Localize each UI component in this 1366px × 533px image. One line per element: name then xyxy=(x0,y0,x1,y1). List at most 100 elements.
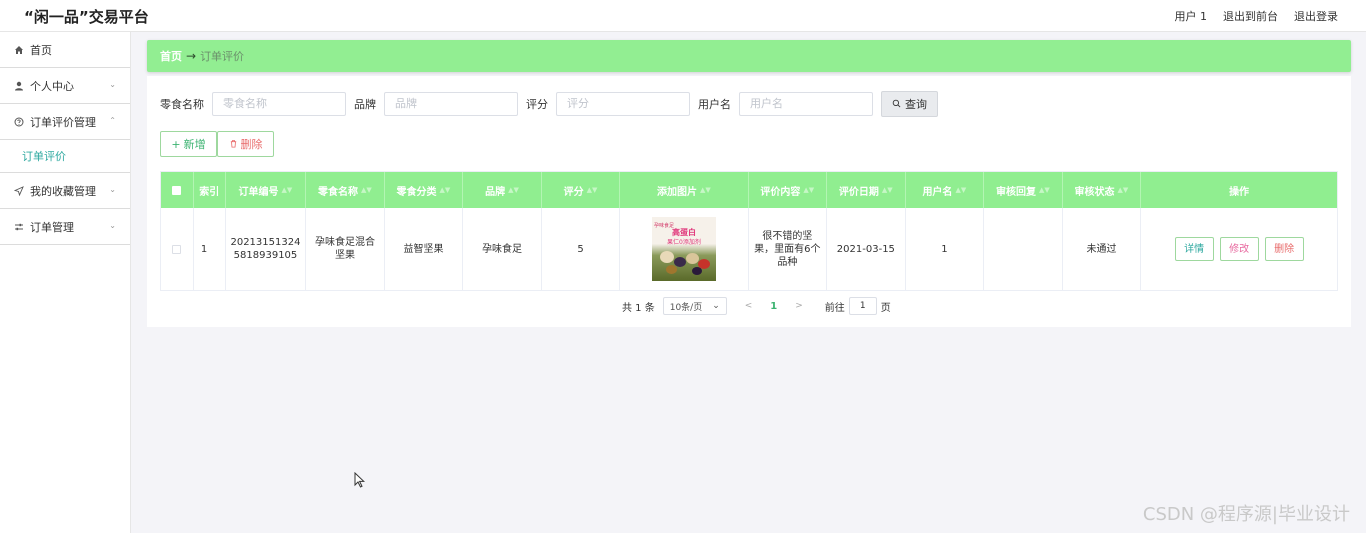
column-header[interactable]: 订单编号 ▲▼ xyxy=(226,172,307,208)
column-header[interactable]: 评分 ▲▼ xyxy=(542,172,621,208)
column-header[interactable]: 审核回复 ▲▼ xyxy=(984,172,1063,208)
breadcrumb: 首页 → 订单评价 xyxy=(147,40,1351,72)
sidebar-item-home[interactable]: 首页 xyxy=(0,32,130,68)
sidebar-item-personal-center[interactable]: 个人中心 ⌄ xyxy=(0,68,130,104)
sidebar-item-order-review-management[interactable]: 订单评价管理 ⌃ xyxy=(0,104,130,140)
cell-brand: 孕味食足 xyxy=(463,208,542,290)
next-page-icon[interactable]: > xyxy=(795,301,803,311)
goto-label: 前往 xyxy=(824,302,845,314)
cell-review-date: 2021-03-15 xyxy=(827,208,906,290)
column-header[interactable]: 零食名称 ▲▼ xyxy=(306,172,385,208)
current-user-link[interactable]: 用户 1 xyxy=(1175,8,1208,24)
cell-image: 孕味食足 高蛋白 果仁0添加剂 xyxy=(620,208,749,290)
page-number[interactable]: 1 xyxy=(770,301,777,312)
plus-icon: + xyxy=(171,137,181,151)
select-all-checkbox[interactable] xyxy=(172,185,182,195)
app-title: “闲一品”交易平台 xyxy=(24,8,149,26)
chevron-down-icon: ⌄ xyxy=(109,185,116,194)
sort-icon: ▲▼ xyxy=(955,186,967,194)
product-image[interactable]: 孕味食足 高蛋白 果仁0添加剂 xyxy=(651,217,716,281)
cell-review-content: 很不错的坚果，里面有6个品种 xyxy=(749,208,828,290)
delete-button[interactable]: 删除 xyxy=(1264,237,1304,261)
chevron-up-icon: ⌃ xyxy=(109,116,116,125)
top-bar: “闲一品”交易平台 用户 1 退出到前台 退出登录 xyxy=(0,0,1366,32)
sort-icon: ▲▼ xyxy=(586,186,598,194)
home-icon xyxy=(12,45,26,55)
snack-name-input[interactable]: 零食名称 xyxy=(212,92,346,116)
edit-button[interactable]: 修改 xyxy=(1219,237,1259,261)
sort-icon: ▲▼ xyxy=(439,186,451,194)
sidebar-item-favorites-management[interactable]: 我的收藏管理 ⌄ xyxy=(0,173,130,209)
cell-operations: 详情 修改 删除 xyxy=(1141,208,1337,290)
sliders-icon xyxy=(12,222,26,232)
score-input[interactable]: 评分 xyxy=(556,92,690,116)
sort-icon: ▲▼ xyxy=(881,186,893,194)
column-header[interactable]: 品牌 ▲▼ xyxy=(463,172,542,208)
username-input[interactable]: 用户名 xyxy=(739,92,873,116)
username-label: 用户名 xyxy=(698,98,731,111)
sidebar-item-label: 我的收藏管理 xyxy=(30,184,96,198)
cell-order-no: 202131513245818939105 xyxy=(226,208,307,290)
column-header[interactable]: 评价内容 ▲▼ xyxy=(749,172,828,208)
top-links: 用户 1 退出到前台 退出登录 xyxy=(1175,8,1339,24)
batch-delete-button[interactable]: 删除 xyxy=(217,131,274,157)
table-row: 1 202131513245818939105 孕味食足混合坚果 益智坚果 孕味… xyxy=(161,208,1337,290)
sort-icon: ▲▼ xyxy=(1117,186,1129,194)
column-header[interactable]: 审核状态 ▲▼ xyxy=(1063,172,1142,208)
add-button[interactable]: + 新增 xyxy=(160,131,217,157)
sidebar-item-label: 个人中心 xyxy=(30,79,74,93)
column-header[interactable]: 零食分类 ▲▼ xyxy=(385,172,464,208)
cell-username: 1 xyxy=(906,208,985,290)
trash-icon xyxy=(229,138,238,151)
cell-score: 5 xyxy=(542,208,621,290)
sidebar-item-order-management[interactable]: 订单管理 ⌄ xyxy=(0,209,130,245)
select-all-cell[interactable] xyxy=(161,172,194,208)
column-header[interactable]: 用户名 ▲▼ xyxy=(906,172,985,208)
table-header: 索引 订单编号 ▲▼ 零食名称 ▲▼ 零食分类 ▲▼ 品牌 ▲▼ 评分 ▲▼ 添加图片 ▲▼… xyxy=(161,172,1337,208)
prev-page-icon[interactable]: < xyxy=(745,301,753,311)
add-button-label: 新增 xyxy=(183,138,206,151)
page-size-value: 10条/页 xyxy=(669,302,703,313)
total-count: 共 1 条 xyxy=(622,302,655,314)
sort-icon: ▲▼ xyxy=(803,186,815,194)
cell-category: 益智坚果 xyxy=(385,208,464,290)
row-checkbox[interactable] xyxy=(172,244,182,254)
send-icon xyxy=(12,185,26,196)
row-select-cell[interactable] xyxy=(161,208,194,290)
user-icon xyxy=(12,81,26,91)
sort-icon: ▲▼ xyxy=(361,186,372,194)
brand-label: 品牌 xyxy=(354,98,376,111)
mouse-pointer-icon xyxy=(354,471,366,491)
sort-icon: ▲▼ xyxy=(699,186,711,194)
search-button[interactable]: 查询 xyxy=(881,91,938,117)
breadcrumb-arrow: → xyxy=(186,49,197,63)
chevron-down-icon: ⌄ xyxy=(712,301,720,311)
chevron-down-icon: ⌄ xyxy=(109,80,116,89)
breadcrumb-current: 订单评价 xyxy=(200,50,245,63)
sort-icon: ▲▼ xyxy=(1038,186,1050,194)
logout-link[interactable]: 退出登录 xyxy=(1294,8,1338,24)
page-suffix: 页 xyxy=(880,302,891,314)
cell-index: 1 xyxy=(194,208,226,290)
watermark: CSDN @程序源|毕业设计 xyxy=(1142,504,1350,525)
search-button-label: 查询 xyxy=(905,98,927,111)
search-icon xyxy=(892,98,901,111)
goto-page-input[interactable]: 1 xyxy=(848,297,877,315)
page-size-select[interactable]: 10条/页 ⌄ xyxy=(662,297,727,315)
cell-audit-status: 未通过 xyxy=(1063,208,1142,290)
main-card: 零食名称 零食名称 品牌 品牌 评分 评分 用户名 用户名 查询 + 新增 删除 xyxy=(147,76,1351,327)
brand-input[interactable]: 品牌 xyxy=(384,92,518,116)
column-header: 索引 xyxy=(194,172,226,208)
score-label: 评分 xyxy=(526,98,548,111)
column-header[interactable]: 添加图片 ▲▼ xyxy=(620,172,749,208)
sort-icon: ▲▼ xyxy=(508,186,519,194)
sidebar-item-label: 订单评价管理 xyxy=(30,115,96,129)
delete-button-label: 删除 xyxy=(240,138,263,151)
column-header[interactable]: 评价日期 ▲▼ xyxy=(827,172,906,208)
back-to-frontend-link[interactable]: 退出到前台 xyxy=(1223,8,1278,24)
sidebar-subitem-order-review[interactable]: 订单评价 xyxy=(0,140,130,173)
detail-button[interactable]: 详情 xyxy=(1174,237,1214,261)
breadcrumb-home[interactable]: 首页 xyxy=(160,48,182,64)
cell-snack-name: 孕味食足混合坚果 xyxy=(306,208,385,290)
cell-audit-reply xyxy=(984,208,1063,290)
